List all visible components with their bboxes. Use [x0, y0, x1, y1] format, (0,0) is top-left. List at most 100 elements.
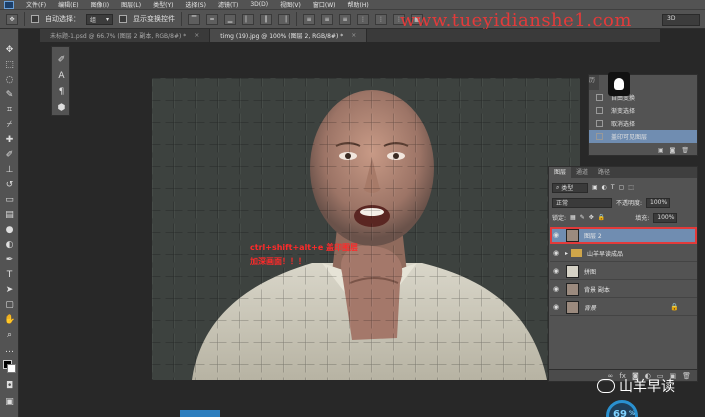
type-tool-icon[interactable]: T [4, 270, 15, 281]
hand-tool-icon[interactable]: ✋ [4, 315, 15, 326]
trash-icon[interactable]: 🗑 [682, 372, 691, 380]
menu-window[interactable]: 窗口(W) [313, 0, 336, 9]
snapshot-icon[interactable]: ◙ [670, 147, 676, 154]
healing-brush-tool-icon[interactable]: ✚ [4, 135, 15, 146]
visibility-eye-icon[interactable]: ◉ [550, 249, 562, 257]
layer-kind-filter[interactable]: ⌕ 类型 [552, 182, 588, 193]
crop-tool-icon[interactable]: ⌗ [4, 105, 15, 116]
lock-all-icon[interactable]: 🔒 [598, 214, 605, 221]
history-item[interactable]: 自由变换 [589, 91, 697, 104]
lasso-tool-icon[interactable]: ◌ [4, 75, 15, 86]
new-document-from-state-icon[interactable]: ▣ [658, 147, 664, 154]
filter-type-icon[interactable]: T [611, 184, 615, 191]
edit-toolbar-icon[interactable]: … [4, 345, 15, 356]
visibility-eye-icon[interactable]: ◉ [550, 303, 562, 311]
close-icon[interactable]: × [194, 32, 199, 39]
close-icon[interactable]: × [351, 32, 356, 39]
lock-position-icon[interactable]: ✥ [589, 214, 594, 221]
workspace-switcher[interactable]: 3D [662, 14, 700, 26]
tab-paths[interactable]: 路径 [593, 167, 615, 178]
move-tool-preset-button[interactable]: ✥ [6, 13, 18, 25]
auto-select-checkbox[interactable] [31, 15, 39, 23]
history-item[interactable]: 渐变选择 [589, 104, 697, 117]
quick-mask-icon[interactable]: ◘ [4, 381, 15, 392]
tab-untitled-1[interactable]: 未标题-1.psd @ 66.7% (图层 2 副本, RGB/8#) * × [40, 29, 211, 42]
path-select-tool-icon[interactable]: ➤ [4, 285, 15, 296]
history-item[interactable]: 取消选择 [589, 117, 697, 130]
menu-edit[interactable]: 编辑(E) [58, 0, 78, 9]
menu-filter[interactable]: 滤镜(T) [218, 0, 238, 9]
layer-thumbnail [566, 228, 579, 242]
opacity-input[interactable]: 100% [646, 197, 671, 208]
menu-image[interactable]: 图像(I) [91, 0, 109, 9]
align-bottom-icon[interactable]: ▁ [224, 13, 237, 25]
zoom-tool-icon[interactable]: ⌕ [4, 330, 15, 341]
filter-shape-icon[interactable]: ▢ [619, 184, 625, 191]
visibility-eye-icon[interactable]: ◉ [550, 285, 562, 293]
character-panel-icon[interactable]: A [56, 71, 67, 82]
lock-transparent-icon[interactable]: ▦ [570, 214, 576, 221]
distribute-hcenter-icon[interactable]: ⋮ [375, 13, 388, 25]
align-vcenter-icon[interactable]: ═ [206, 13, 219, 25]
dodge-tool-icon[interactable]: ◐ [4, 240, 15, 251]
move-tool-icon[interactable]: ✥ [4, 45, 15, 56]
distribute-bottom-icon[interactable]: ≡ [339, 13, 352, 25]
history-step-icon [596, 133, 603, 140]
blend-mode-dropdown[interactable]: 正常 [552, 197, 612, 208]
tab-layers[interactable]: 图层 [549, 167, 572, 178]
quick-select-tool-icon[interactable]: ✎ [4, 90, 15, 101]
fill-input[interactable]: 100% [653, 212, 678, 223]
blend-mode-value: 正常 [556, 200, 569, 207]
visibility-eye-icon[interactable]: ◉ [550, 231, 562, 239]
menu-view[interactable]: 视图(V) [280, 0, 301, 9]
clone-stamp-tool-icon[interactable]: ⊥ [4, 165, 15, 176]
align-hcenter-icon[interactable]: ║ [260, 13, 273, 25]
menu-type[interactable]: 类型(Y) [153, 0, 173, 9]
menu-3d[interactable]: 3D(D) [250, 1, 268, 8]
distribute-top-icon[interactable]: ≡ [303, 13, 316, 25]
layer-row-puzzle[interactable]: ◉ 拼图 [550, 263, 697, 280]
brush-tool-icon[interactable]: ✐ [4, 150, 15, 161]
paragraph-panel-icon[interactable]: ¶ [56, 87, 67, 98]
background-color-swatch[interactable] [7, 364, 16, 373]
marquee-tool-icon[interactable]: ⬚ [4, 60, 15, 71]
menu-select[interactable]: 选择(S) [185, 0, 206, 9]
layer-row-group[interactable]: ◉ ▸ 山羊早读成品 [550, 245, 697, 262]
history-panel-tab[interactable]: 历 [589, 75, 599, 90]
layer-row-layer-2[interactable]: ◉ 图层 2 [550, 227, 697, 244]
chevron-right-icon[interactable]: ▸ [565, 250, 568, 257]
screen-mode-icon[interactable]: ▣ [4, 397, 15, 408]
menu-file[interactable]: 文件(F) [26, 0, 46, 9]
blur-tool-icon[interactable]: ● [4, 225, 15, 236]
trash-icon[interactable]: 🗑 [681, 147, 689, 154]
history-brush-tool-icon[interactable]: ↺ [4, 180, 15, 191]
eraser-tool-icon[interactable]: ▭ [4, 195, 15, 206]
visibility-eye-icon[interactable]: ◉ [550, 267, 562, 275]
pen-tool-icon[interactable]: ✒ [4, 255, 15, 266]
document-canvas[interactable]: ctrl+shift+alt+e 盖印图层 加深画面！！！ [152, 78, 580, 380]
distribute-left-icon[interactable]: ⋮ [357, 13, 370, 25]
filter-smart-icon[interactable]: ⬚ [628, 184, 634, 191]
brush-settings-icon[interactable]: ✐ [56, 55, 67, 66]
distribute-center-icon[interactable]: ≡ [321, 13, 334, 25]
auto-select-dropdown[interactable]: 组 ▾ [86, 13, 114, 25]
layer-row-background-copy[interactable]: ◉ 背景 副本 [550, 281, 697, 298]
eyedropper-tool-icon[interactable]: ⌿ [4, 120, 15, 131]
align-left-icon[interactable]: ▏ [242, 13, 255, 25]
tab-timg-19[interactable]: timg (19).jpg @ 100% (图层 2, RGB/8#) * × [210, 29, 368, 42]
history-item-selected[interactable]: 盖印可见图层 [589, 130, 697, 143]
annotation-deepen: 加深画面！！！ [250, 257, 306, 266]
layer-row-background[interactable]: ◉ 背景 🔒 [550, 299, 697, 316]
tab-channels[interactable]: 通道 [571, 167, 593, 178]
menu-help[interactable]: 帮助(H) [348, 0, 369, 9]
shape-tool-icon[interactable]: ▢ [4, 300, 15, 311]
lock-image-icon[interactable]: ✎ [580, 214, 585, 221]
show-transform-checkbox[interactable] [119, 15, 128, 23]
filter-pixel-icon[interactable]: ▣ [592, 184, 598, 191]
align-right-icon[interactable]: ▕ [278, 13, 291, 25]
gradient-tool-icon[interactable]: ▤ [4, 210, 15, 221]
align-top-icon[interactable]: ▔ [188, 13, 201, 25]
filter-adjustment-icon[interactable]: ◐ [602, 184, 607, 191]
3d-panel-icon[interactable]: ⬢ [56, 103, 67, 114]
menu-layer[interactable]: 图层(L) [121, 0, 141, 9]
